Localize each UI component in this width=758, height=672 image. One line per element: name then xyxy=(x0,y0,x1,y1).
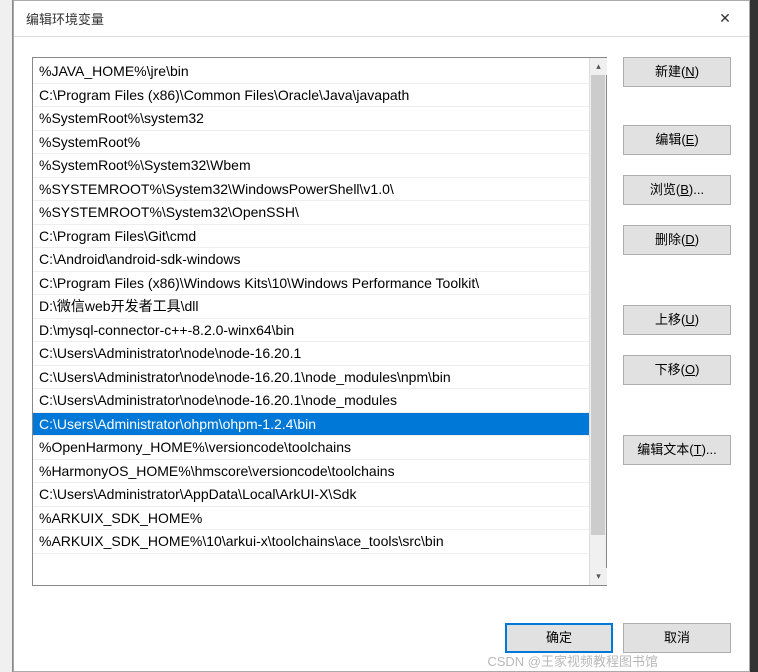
scroll-thumb[interactable] xyxy=(591,75,605,535)
list-item[interactable]: %JAVA_HOME%\jre\bin xyxy=(33,60,589,84)
main-row: %JAVA_HOME%\jre\binC:\Program Files (x86… xyxy=(32,57,731,601)
bottom-row: 确定 取消 xyxy=(32,623,731,653)
list-item[interactable]: %ARKUIX_SDK_HOME%\10\arkui-x\toolchains\… xyxy=(33,530,589,554)
list-item[interactable]: C:\Users\Administrator\node\node-16.20.1 xyxy=(33,342,589,366)
new-button[interactable]: 新建(N) xyxy=(623,57,731,87)
close-icon: ✕ xyxy=(719,10,731,27)
list-item[interactable]: %SystemRoot%\System32\Wbem xyxy=(33,154,589,178)
list-item[interactable]: D:\微信web开发者工具\dll xyxy=(33,295,589,319)
ok-button[interactable]: 确定 xyxy=(505,623,613,653)
list-item[interactable]: %SYSTEMROOT%\System32\OpenSSH\ xyxy=(33,201,589,225)
edit-environment-variable-dialog: 编辑环境变量 ✕ %JAVA_HOME%\jre\binC:\Program F… xyxy=(13,0,750,672)
path-list-container: %JAVA_HOME%\jre\binC:\Program Files (x86… xyxy=(32,57,607,586)
browse-button[interactable]: 浏览(B)... xyxy=(623,175,731,205)
edit-text-button[interactable]: 编辑文本(T)... xyxy=(623,435,731,465)
side-buttons: 新建(N) 编辑(E) 浏览(B)... 删除(D) 上移(U) 下移(O) 编… xyxy=(623,57,731,601)
list-item[interactable]: C:\Users\Administrator\node\node-16.20.1… xyxy=(33,366,589,390)
list-item[interactable]: C:\Users\Administrator\node\node-16.20.1… xyxy=(33,389,589,413)
scroll-up-icon[interactable]: ▴ xyxy=(590,58,607,75)
list-item[interactable]: C:\Android\android-sdk-windows xyxy=(33,248,589,272)
background-strip xyxy=(0,0,12,672)
move-up-button[interactable]: 上移(U) xyxy=(623,305,731,335)
list-item[interactable]: %SystemRoot%\system32 xyxy=(33,107,589,131)
move-down-button[interactable]: 下移(O) xyxy=(623,355,731,385)
path-list[interactable]: %JAVA_HOME%\jre\binC:\Program Files (x86… xyxy=(33,58,589,585)
right-strip xyxy=(750,0,758,672)
list-item[interactable]: %SystemRoot% xyxy=(33,131,589,155)
titlebar: 编辑环境变量 ✕ xyxy=(14,1,749,37)
list-item[interactable]: C:\Program Files\Git\cmd xyxy=(33,225,589,249)
list-item[interactable]: D:\mysql-connector-c++-8.2.0-winx64\bin xyxy=(33,319,589,343)
watermark: CSDN @王家视频教程图书馆 xyxy=(487,651,658,670)
close-button[interactable]: ✕ xyxy=(705,4,745,34)
list-item[interactable]: %HarmonyOS_HOME%\hmscore\versioncode\too… xyxy=(33,460,589,484)
dialog-content: %JAVA_HOME%\jre\binC:\Program Files (x86… xyxy=(32,57,731,653)
list-item[interactable]: C:\Users\Administrator\ohpm\ohpm-1.2.4\b… xyxy=(33,413,589,437)
list-item[interactable]: %SYSTEMROOT%\System32\WindowsPowerShell\… xyxy=(33,178,589,202)
scrollbar[interactable]: ▴ ▾ xyxy=(589,58,606,585)
scroll-down-icon[interactable]: ▾ xyxy=(590,568,607,585)
cancel-button[interactable]: 取消 xyxy=(623,623,731,653)
list-item[interactable]: %ARKUIX_SDK_HOME% xyxy=(33,507,589,531)
list-item[interactable]: C:\Users\Administrator\AppData\Local\Ark… xyxy=(33,483,589,507)
delete-button[interactable]: 删除(D) xyxy=(623,225,731,255)
edit-button[interactable]: 编辑(E) xyxy=(623,125,731,155)
list-item[interactable]: C:\Program Files (x86)\Windows Kits\10\W… xyxy=(33,272,589,296)
list-item[interactable]: %OpenHarmony_HOME%\versioncode\toolchain… xyxy=(33,436,589,460)
list-item[interactable]: C:\Program Files (x86)\Common Files\Orac… xyxy=(33,84,589,108)
window-title: 编辑环境变量 xyxy=(26,9,705,28)
